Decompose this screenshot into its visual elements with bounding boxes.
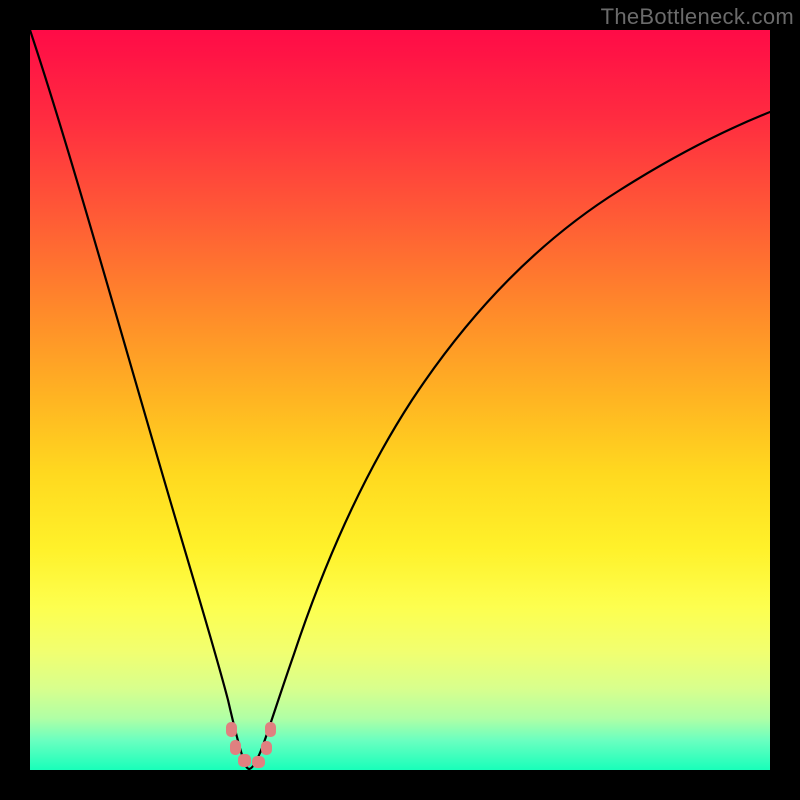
min-marker-dot	[226, 722, 237, 737]
watermark-text: TheBottleneck.com	[601, 4, 794, 30]
min-marker-group	[226, 722, 276, 768]
min-marker-dot	[238, 754, 251, 767]
min-marker-dot	[265, 722, 276, 737]
chart-frame: TheBottleneck.com	[0, 0, 800, 800]
min-marker-dot	[252, 756, 265, 768]
bottleneck-curve-path	[30, 30, 770, 769]
plot-area	[30, 30, 770, 770]
bottleneck-curve-svg	[30, 30, 770, 770]
min-marker-dot	[230, 740, 241, 755]
min-marker-dot	[261, 741, 272, 755]
